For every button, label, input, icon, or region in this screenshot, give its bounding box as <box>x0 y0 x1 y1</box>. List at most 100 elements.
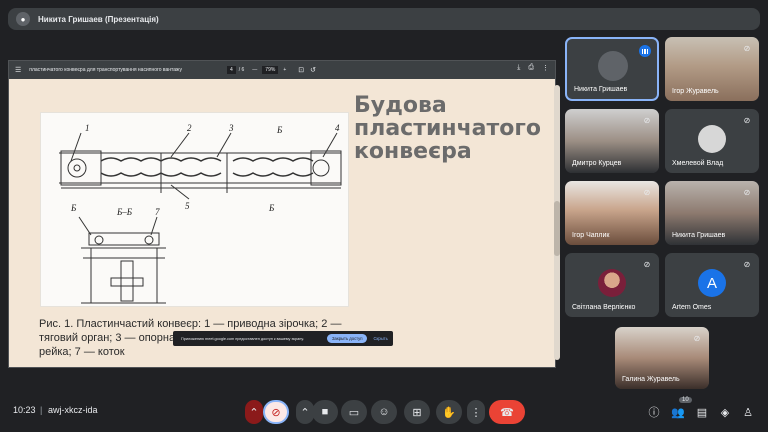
captions-button[interactable]: ▭ <box>341 400 367 424</box>
activities-button[interactable]: ◈ <box>717 404 733 420</box>
participant-name: Ігор Журавель <box>672 88 719 95</box>
participant-tile[interactable]: ⊘ Хмелевой Влад <box>665 109 759 173</box>
page-number-input[interactable]: 4 <box>226 66 236 74</box>
participant-tile[interactable]: A ⊘ Artem Omes <box>665 253 759 317</box>
video-camera-icon: ■ <box>321 406 329 418</box>
label-b-top: Б <box>276 125 283 135</box>
avatar <box>598 269 626 297</box>
label-b-right: Б <box>268 203 275 213</box>
label-5: 5 <box>185 201 190 211</box>
presenter-bar: ● Никита Гришаев (Презентація) <box>8 8 760 30</box>
slide-title-line: конвеєра <box>354 139 472 164</box>
participant-name: Никита Гришаев <box>672 232 726 239</box>
chevron-up-icon: ⌃ <box>249 406 259 419</box>
menu-icon[interactable]: ☰ <box>15 66 21 74</box>
pdf-page-control: 4 / 6 <box>226 66 245 74</box>
mic-off-icon: ⊘ <box>643 259 651 269</box>
microphone-button[interactable]: ⊘ <box>263 400 289 424</box>
fit-page-icon[interactable]: ⊡ <box>298 66 304 74</box>
emoji-icon: ☺ <box>378 406 390 418</box>
presenter-avatar: ● <box>16 12 30 26</box>
stop-sharing-button[interactable]: Закрыть доступ <box>327 334 368 343</box>
pdf-toolbar: ☰ пластинчатого конвеєра для транспортув… <box>9 61 555 79</box>
label-section: Б–Б <box>116 207 133 217</box>
hide-notice-button[interactable]: Скрыть <box>373 336 387 341</box>
phone-hangup-icon: ☎ <box>500 406 514 419</box>
rotate-icon[interactable]: ↺ <box>310 66 316 74</box>
mic-options-button[interactable]: ⌃ <box>245 400 263 424</box>
label-3: 3 <box>228 123 234 133</box>
participant-name: Artem Omes <box>672 304 712 311</box>
label-b-left: Б <box>70 203 77 213</box>
mic-off-icon: ⊘ <box>743 187 751 197</box>
slide-title-line: Будова <box>354 93 447 118</box>
chat-button[interactable]: ▤ <box>694 404 710 420</box>
meeting-code: awj-xkcz-ida <box>48 405 98 415</box>
scrollbar-thumb[interactable] <box>554 201 560 256</box>
raise-hand-button[interactable]: ✋ <box>436 400 462 424</box>
more-vert-icon: ⋮ <box>470 406 482 419</box>
captions-icon: ▭ <box>348 406 360 419</box>
participant-name: Дмитро Курцев <box>572 160 622 167</box>
participant-tile[interactable]: ⊘ Ігор Журавель <box>665 37 759 101</box>
lock-person-icon: ♙ <box>743 406 753 419</box>
reactions-button[interactable]: ☺ <box>371 400 397 424</box>
presentation-stage: ☰ пластинчатого конвеєра для транспортув… <box>8 60 560 368</box>
screen-share-notice: Приложению meet.google.com предоставлен … <box>173 331 393 346</box>
mic-off-icon: ⊘ <box>271 406 281 419</box>
meeting-details-button[interactable]: ⓘ <box>646 404 662 420</box>
label-4: 4 <box>335 123 340 133</box>
participant-tile[interactable]: Никита Гришаев <box>565 37 659 101</box>
more-options-button[interactable]: ⋮ <box>467 400 485 424</box>
shapes-icon: ◈ <box>720 406 730 419</box>
separator: | <box>40 405 43 415</box>
clock: 10:23 <box>13 405 36 415</box>
print-icon[interactable]: ⎙ <box>528 64 534 72</box>
info-icon: ⓘ <box>648 407 660 419</box>
present-screen-icon: ⊞ <box>412 406 422 419</box>
host-controls-button[interactable]: ♙ <box>740 404 756 420</box>
conveyor-drawing: 1 2 3 Б 4 5 Б Б Б–Б 7 <box>59 123 342 304</box>
participant-name: Галина Журавель <box>622 376 680 383</box>
mic-off-icon: ⊘ <box>643 115 651 125</box>
participant-tile[interactable]: ⊘ Світлана Верлієнко <box>565 253 659 317</box>
people-button[interactable]: 👥 <box>670 404 686 420</box>
participant-name: Хмелевой Влад <box>672 160 724 167</box>
download-icon[interactable]: ⤓ <box>517 64 520 72</box>
zoom-input[interactable]: 79% <box>262 66 279 74</box>
zoom-out-icon[interactable]: — <box>252 67 257 73</box>
zoom-in-icon[interactable]: + <box>283 67 286 73</box>
camera-button[interactable]: ■ <box>312 400 338 424</box>
pdf-tools: ⊡ ↺ <box>298 66 316 74</box>
mic-off-icon: ⊘ <box>743 43 751 53</box>
avatar: A <box>698 269 726 297</box>
avatar <box>598 51 628 81</box>
more-icon[interactable]: ⋮ <box>542 64 549 72</box>
pdf-zoom-control: — 79% + <box>252 66 286 74</box>
speaking-indicator-icon <box>639 45 651 57</box>
label-7: 7 <box>155 207 160 217</box>
mic-off-icon: ⊘ <box>743 259 751 269</box>
participant-name: Ігор Чаплик <box>572 232 610 239</box>
mic-off-icon: ⊘ <box>643 187 651 197</box>
mic-off-icon: ⊘ <box>743 115 751 125</box>
mic-off-icon: ⊘ <box>693 333 701 343</box>
chat-icon: ▤ <box>696 406 708 419</box>
label-1: 1 <box>85 123 90 133</box>
participant-name: Світлана Верлієнко <box>572 304 636 311</box>
hand-icon: ✋ <box>442 406 456 419</box>
participant-tile[interactable]: ⊘ Ігор Чаплик <box>565 181 659 245</box>
conveyor-diagram: 1 2 3 Б 4 5 Б Б Б–Б 7 <box>40 112 349 307</box>
present-button[interactable]: ⊞ <box>404 400 430 424</box>
participant-tile[interactable]: ⊘ Галина Журавель <box>615 327 709 389</box>
pdf-right-tools: ⤓ ⎙ ⋮ <box>517 64 549 72</box>
participant-tile[interactable]: ⊘ Никита Гришаев <box>665 181 759 245</box>
leave-call-button[interactable]: ☎ <box>489 400 525 424</box>
notice-text: Приложению meet.google.com предоставлен … <box>181 336 304 341</box>
participant-tile[interactable]: ⊘ Дмитро Курцев <box>565 109 659 173</box>
chevron-up-icon: ⌃ <box>300 406 310 419</box>
presenter-name: Никита Гришаев (Презентація) <box>38 14 159 24</box>
page-total: / 6 <box>238 67 245 73</box>
participant-name: Никита Гришаев <box>574 86 628 93</box>
people-count-badge: 10 <box>679 397 692 403</box>
